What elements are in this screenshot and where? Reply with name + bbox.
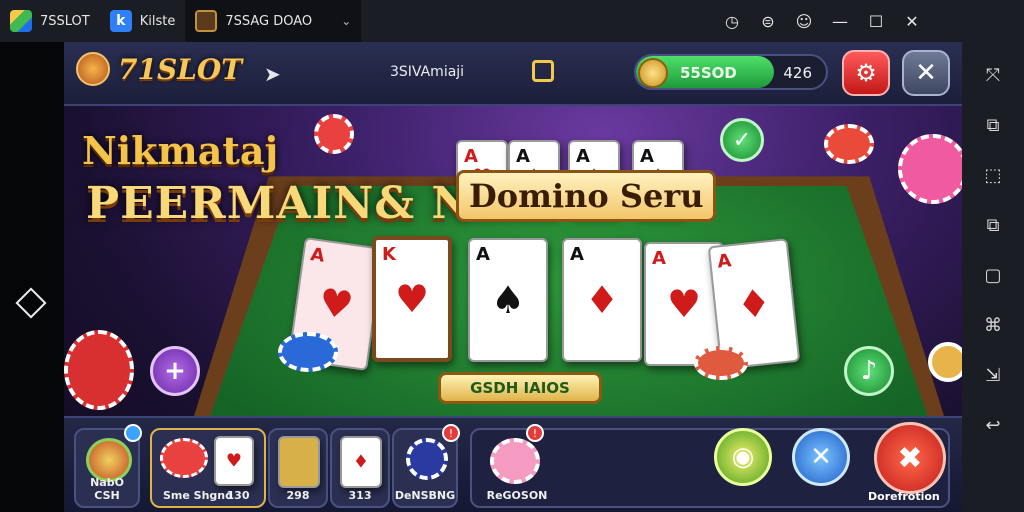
- tab-label: 7SSAG DOAO: [225, 13, 313, 29]
- chip-icon: [490, 438, 540, 484]
- poker-chip: [824, 124, 874, 164]
- balance-bar[interactable]: 55SOD 426: [634, 54, 828, 90]
- notification-badge: !: [442, 424, 460, 442]
- app-k-icon: k: [109, 10, 132, 32]
- poker-chip: [64, 330, 134, 410]
- hand-card[interactable]: K ♥: [372, 236, 452, 362]
- back-icon[interactable]: ↩: [976, 408, 1010, 442]
- exit-button[interactable]: ✖: [874, 422, 946, 494]
- diamond-icon[interactable]: [15, 287, 47, 319]
- expand-icon[interactable]: ⤧: [976, 58, 1010, 92]
- clock-icon[interactable]: ◷: [714, 3, 750, 39]
- brand-logo: 71SLOT: [118, 52, 243, 86]
- multi-instance-icon[interactable]: ⧉: [976, 208, 1010, 242]
- chip-icon: [406, 438, 448, 480]
- slot-item[interactable]: 298: [268, 428, 328, 508]
- promo-title-line2: PEERMAIN& N: [86, 178, 473, 229]
- chevron-down-icon[interactable]: ⌄: [341, 14, 351, 28]
- coin-icon[interactable]: ⊜: [750, 3, 786, 39]
- promo-title-line3: Domino Seru: [456, 170, 717, 222]
- gold-action-button[interactable]: GSDH IAIOS: [438, 372, 602, 404]
- camera-button[interactable]: ◉: [714, 428, 772, 486]
- app-stack-icon: [10, 10, 32, 32]
- screenshot-icon[interactable]: ⧉: [976, 108, 1010, 142]
- window-controls: ◷ ⊜ ☺ — ☐ ✕: [714, 0, 930, 42]
- emulator-titlebar: 7SSLOT k Kilste 7SSAG DOAO ⌄ ◷ ⊜ ☺ — ☐ ✕: [0, 0, 1024, 42]
- slot-item[interactable]: NabO CSH: [74, 424, 142, 508]
- settings-button[interactable]: ⚙: [842, 50, 890, 96]
- add-button[interactable]: +: [150, 346, 200, 396]
- poker-chip: [278, 332, 338, 372]
- poker-chip: [314, 114, 354, 154]
- close-button[interactable]: ✕: [902, 50, 950, 96]
- balance-primary: 55SOD: [680, 64, 737, 82]
- card-icon: ♦: [340, 436, 382, 488]
- hand-card[interactable]: A ♠: [468, 238, 548, 362]
- exit-label: Dorefrotion: [868, 490, 940, 503]
- macro-icon[interactable]: ⌘: [976, 308, 1010, 342]
- poker-chip: [694, 346, 748, 380]
- chat-button[interactable]: ♪: [844, 346, 894, 396]
- card-icon: ♥: [214, 436, 254, 486]
- tab-game[interactable]: 7SSAG DOAO ⌄: [185, 0, 362, 42]
- emulator-sidebar: ⤧ ⧉ ⬚ ⧉ ▢ ⌘ ⇲ ↩: [962, 42, 1024, 512]
- promo-title-line1: Nikmataj: [82, 128, 279, 173]
- brand: 71SLOT: [76, 52, 242, 86]
- tab-kilste[interactable]: k Kilste: [100, 0, 186, 42]
- maximize-icon[interactable]: ☐: [858, 3, 894, 39]
- brand-gem-icon: [76, 52, 110, 86]
- emote-button[interactable]: ✓: [720, 118, 764, 162]
- tab-label: Kilste: [139, 13, 176, 29]
- close-icon[interactable]: ✕: [894, 3, 930, 39]
- notification-badge: [124, 424, 142, 442]
- confetti: [928, 342, 962, 382]
- poker-chip: [898, 134, 962, 204]
- tools-button[interactable]: ✕: [792, 428, 850, 486]
- game-thumb-icon: [195, 10, 218, 32]
- slot-item[interactable]: ♦ 313: [330, 428, 390, 508]
- smile-icon[interactable]: ☺: [786, 3, 822, 39]
- paper-plane-icon[interactable]: ➤: [264, 62, 281, 86]
- notification-badge: !: [526, 424, 544, 442]
- coin-icon: [638, 58, 668, 88]
- card-icon: [278, 436, 320, 488]
- screen-icon[interactable]: ▢: [976, 258, 1010, 292]
- username: 3SIVAmiaji: [390, 64, 465, 80]
- emulator-left-gutter: [0, 42, 64, 512]
- game-header: 71SLOT ➤ 3SIVAmiaji 55SOD 426 ⚙ ✕: [64, 42, 962, 106]
- slot-item[interactable]: ! DeNSBNG: [392, 424, 460, 508]
- import-icon[interactable]: ⇲: [976, 358, 1010, 392]
- hand-card[interactable]: A ♦: [562, 238, 642, 362]
- tab-label: 7SSLOT: [40, 13, 90, 29]
- slot-item[interactable]: ♥ Sme Shgnd 130: [150, 428, 266, 508]
- resize-icon[interactable]: ⬚: [976, 158, 1010, 192]
- balance-secondary: 426: [783, 64, 812, 82]
- tab-7sslot[interactable]: 7SSLOT: [0, 0, 100, 42]
- minimize-icon[interactable]: —: [822, 3, 858, 39]
- chip-icon: [160, 438, 208, 478]
- user-icon[interactable]: [532, 60, 554, 82]
- game-viewport: 71SLOT ➤ 3SIVAmiaji 55SOD 426 ⚙ ✕ A ♥ A …: [64, 42, 962, 512]
